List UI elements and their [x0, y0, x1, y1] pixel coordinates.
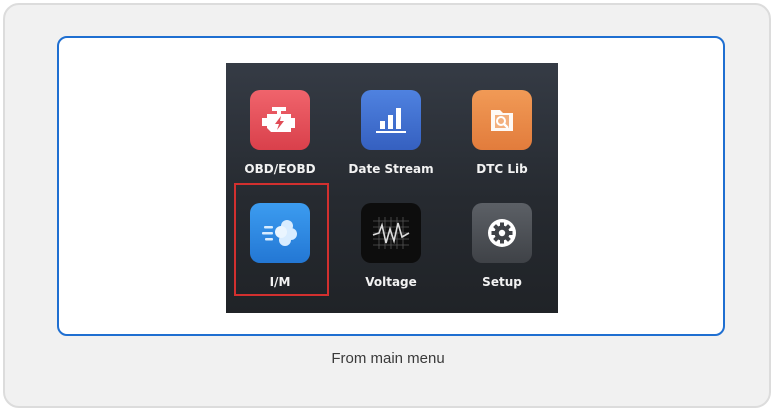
menu-item-date-stream[interactable]: Date Stream [339, 90, 439, 194]
menu-item-dtc-lib[interactable]: DTC Lib [450, 90, 550, 194]
gear-icon [472, 203, 532, 263]
engine-icon [250, 90, 310, 150]
menu-label-date-stream: Date Stream [348, 162, 434, 176]
waveform-icon [361, 203, 421, 263]
menu-label-dtc-lib: DTC Lib [476, 162, 528, 176]
menu-label-obd-eobd: OBD/EOBD [244, 162, 316, 176]
menu-item-voltage[interactable]: Voltage [339, 203, 439, 307]
menu-item-setup[interactable]: Setup [450, 203, 550, 307]
device-screen: OBD/EOBD Date Stream DTC Lib I/M Voltage… [226, 63, 558, 313]
menu-label-setup: Setup [482, 275, 522, 289]
search-document-icon [472, 90, 532, 150]
bar-chart-icon [361, 90, 421, 150]
menu-item-obd-eobd[interactable]: OBD/EOBD [228, 90, 328, 194]
menu-label-voltage: Voltage [365, 275, 417, 289]
selection-highlight [234, 183, 329, 296]
caption: From main menu [331, 350, 445, 367]
